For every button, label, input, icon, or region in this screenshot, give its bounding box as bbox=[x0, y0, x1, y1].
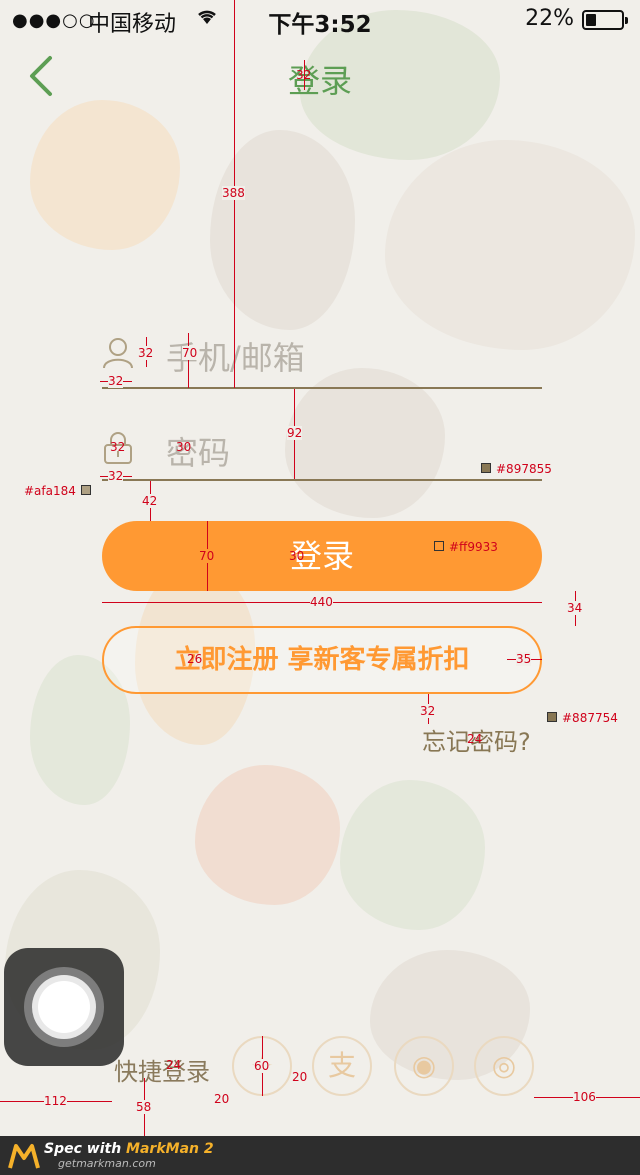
color-label: #897855 bbox=[496, 462, 552, 476]
color-label: #ff9933 bbox=[449, 540, 498, 554]
measure-label: 60 bbox=[254, 1059, 270, 1073]
measure-label: 58 bbox=[136, 1100, 152, 1114]
color-label: #887754 bbox=[562, 711, 618, 725]
footer-line1: Spec with MarkMan 2 bbox=[44, 1141, 214, 1157]
measure-label: 42 bbox=[142, 494, 158, 508]
account-underline bbox=[102, 387, 542, 389]
login-button[interactable]: 登录 bbox=[102, 521, 542, 591]
color-swatch bbox=[434, 541, 444, 551]
quick-login-label: 快捷登录 bbox=[114, 1058, 210, 1086]
bg-blob bbox=[285, 368, 445, 518]
measure-label: 70 bbox=[199, 549, 215, 563]
measure-label: 32 bbox=[108, 469, 124, 483]
battery-percent: 22% bbox=[525, 6, 574, 31]
assistive-touch-button[interactable] bbox=[4, 948, 124, 1066]
bg-blob bbox=[385, 140, 635, 350]
page-title: 登录 bbox=[287, 62, 352, 100]
measure-label: 440 bbox=[310, 595, 333, 609]
alipay-login-icon[interactable]: 支 bbox=[312, 1036, 372, 1096]
color-label: #afa184 bbox=[24, 484, 76, 498]
measure-label: 20 bbox=[214, 1092, 230, 1106]
measure-label: 106 bbox=[573, 1090, 596, 1104]
bg-blob bbox=[340, 780, 485, 930]
measure-label: 92 bbox=[287, 426, 303, 440]
bg-blob bbox=[195, 765, 340, 905]
register-button[interactable]: 立即注册 享新客专属折扣 bbox=[102, 626, 542, 694]
measure-label: 112 bbox=[44, 1094, 67, 1108]
measure-label: 32 bbox=[110, 440, 126, 454]
footer-line2: getmarkman.com bbox=[58, 1157, 156, 1170]
weibo-login-icon[interactable]: ◉ bbox=[394, 1036, 454, 1096]
measure-label: 70 bbox=[182, 346, 198, 360]
status-bar: ●●●○○ 中国移动 下午3:52 22% bbox=[0, 0, 640, 40]
measure-label: 32 bbox=[138, 346, 154, 360]
measure-label: 32 bbox=[420, 704, 436, 718]
password-underline bbox=[102, 479, 542, 481]
measure-label: 388 bbox=[222, 186, 245, 200]
measure-label: 32 bbox=[296, 68, 312, 82]
footer-prefix: Spec with bbox=[44, 1141, 127, 1157]
measure-label: 32 bbox=[108, 374, 124, 388]
user-icon bbox=[102, 337, 134, 369]
measure-label: 20 bbox=[292, 1070, 308, 1084]
color-swatch bbox=[81, 485, 91, 495]
measure-label: 24 bbox=[166, 1058, 182, 1072]
markman-logo-icon bbox=[8, 1142, 40, 1170]
measure-label: 30 bbox=[289, 549, 305, 563]
measure-label: 35 bbox=[516, 652, 532, 666]
measure-label: 34 bbox=[567, 601, 583, 615]
measure-label: 30 bbox=[176, 440, 192, 454]
markman-footer: Spec with MarkMan 2 getmarkman.com bbox=[0, 1136, 640, 1175]
wechat-login-icon[interactable]: ◎ bbox=[474, 1036, 534, 1096]
bg-blob bbox=[30, 100, 180, 250]
measure-label: 26 bbox=[187, 652, 203, 666]
battery-icon bbox=[582, 10, 628, 30]
footer-brand: MarkMan 2 bbox=[126, 1141, 214, 1157]
measure-line bbox=[188, 333, 189, 388]
bg-blob bbox=[210, 130, 355, 330]
color-swatch bbox=[547, 712, 557, 722]
color-swatch bbox=[481, 463, 491, 473]
measure-label: 24 bbox=[467, 732, 483, 746]
